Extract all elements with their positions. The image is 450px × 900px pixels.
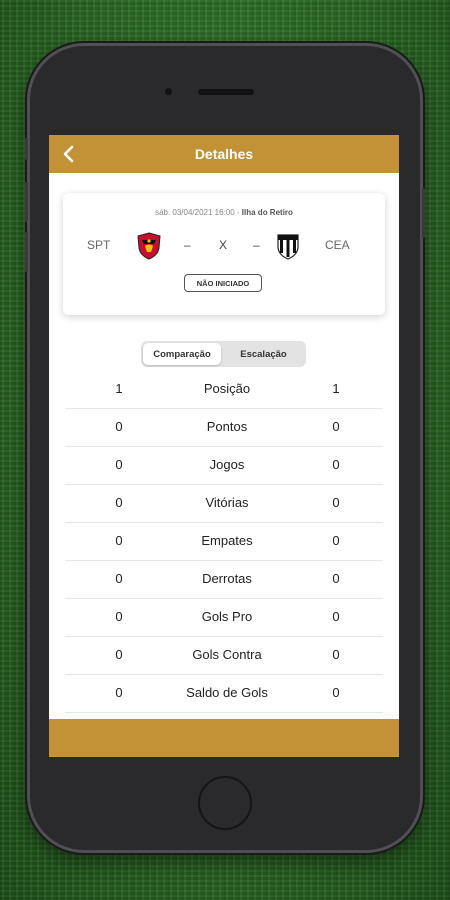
stat-row: 0 Derrotas 0 — [65, 561, 383, 599]
home-button[interactable] — [198, 776, 252, 830]
earpiece-speaker — [198, 89, 254, 95]
stat-home-value: 0 — [115, 419, 123, 434]
stat-home-value: 0 — [115, 571, 123, 586]
stat-home-value: 0 — [115, 647, 123, 662]
tabs-segmented-control: Comparação Escalação — [141, 341, 306, 367]
mute-switch — [25, 138, 28, 160]
stat-label: Posição — [203, 381, 251, 396]
stat-row: 0 Gols Pro 0 — [65, 599, 383, 637]
sport-recife-crest-icon — [137, 232, 161, 260]
tab-comparison[interactable]: Comparação — [143, 343, 221, 365]
match-venue: Ilha do Retiro — [241, 208, 293, 217]
power-button — [422, 188, 425, 238]
page-title: Detalhes — [194, 146, 254, 162]
volume-up-button — [25, 182, 28, 222]
stat-row: 0 Pontos 0 — [65, 409, 383, 447]
away-dash: – — [253, 238, 260, 252]
stat-label: Jogos — [209, 457, 245, 472]
stat-row: 0 Jogos 0 — [65, 447, 383, 485]
match-status-badge: NÃO INICIADO — [184, 274, 262, 292]
stat-label: Empates — [201, 533, 253, 548]
stat-row: 0 Gols Contra 0 — [65, 637, 383, 675]
stat-away-value: 0 — [332, 533, 340, 548]
versus-label: X — [219, 238, 228, 252]
stat-row: 0 Saldo de Gols 0 — [65, 675, 383, 713]
teams-row: SPT – X – CEA — [63, 231, 385, 261]
tab-lineup[interactable]: Escalação — [223, 343, 304, 365]
stat-label: Gols Pro — [201, 609, 253, 624]
stat-away-value: 1 — [332, 381, 340, 396]
stat-away-value: 0 — [332, 609, 340, 624]
stat-away-value: 0 — [332, 495, 340, 510]
stat-home-value: 1 — [115, 381, 123, 396]
stat-home-value: 0 — [115, 685, 123, 700]
back-arrow-icon[interactable] — [55, 140, 83, 168]
stat-label: Saldo de Gols — [186, 685, 268, 700]
match-meta: sáb. 03/04/2021 16:00 - Ilha do Retiro — [63, 208, 385, 217]
stat-away-value: 0 — [332, 457, 340, 472]
stat-home-value: 0 — [115, 457, 123, 472]
stat-label: Gols Contra — [192, 647, 262, 662]
home-team-abbr: SPT — [87, 238, 111, 252]
stat-away-value: 0 — [332, 419, 340, 434]
stat-row: 0 Empates 0 — [65, 523, 383, 561]
match-date: sáb. 03/04/2021 16:00 — [155, 208, 235, 217]
volume-down-button — [25, 232, 28, 272]
front-camera — [165, 88, 172, 95]
bottom-bar — [49, 719, 399, 757]
stat-label: Pontos — [206, 419, 248, 434]
top-app-bar: Detalhes — [49, 135, 399, 173]
stat-label: Derrotas — [202, 571, 252, 586]
away-team-abbr: CEA — [325, 238, 350, 252]
comparison-table: 1 Posição 1 0 Pontos 0 0 Jogos 0 0 Vitórias 0 0 Empat… — [65, 371, 383, 713]
match-card: sáb. 03/04/2021 16:00 - Ilha do Retiro S… — [63, 193, 385, 315]
stat-home-value: 0 — [115, 533, 123, 548]
stat-away-value: 0 — [332, 647, 340, 662]
stat-away-value: 0 — [332, 571, 340, 586]
meta-separator: - — [234, 208, 242, 217]
home-dash: – — [184, 238, 191, 252]
stat-row: 0 Vitórias 0 — [65, 485, 383, 523]
ceara-crest-icon — [277, 234, 299, 260]
stat-row: 1 Posição 1 — [65, 371, 383, 409]
stat-home-value: 0 — [115, 495, 123, 510]
stat-away-value: 0 — [332, 685, 340, 700]
stat-label: Vitórias — [205, 495, 249, 510]
stat-home-value: 0 — [115, 609, 123, 624]
app-screen: Detalhes sáb. 03/04/2021 16:00 - Ilha do… — [49, 135, 399, 757]
